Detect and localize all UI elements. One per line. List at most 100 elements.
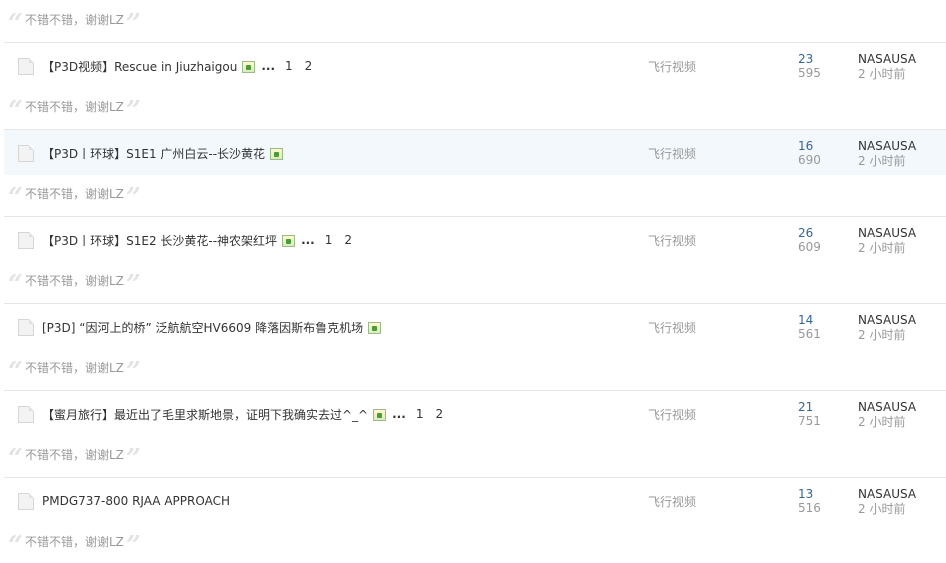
last-post-author[interactable]: NASAUSA [858, 487, 916, 502]
thread-title-area: 【蜜月旅行】最近出了毛里求斯地景，证明下我确实去过^_^ ... 1 2 [42, 405, 443, 423]
reply-quote: “ 不错不错，谢谢LZ ” [8, 443, 308, 472]
open-quote-icon: “ [8, 357, 23, 387]
open-quote-icon: “ [8, 531, 23, 561]
thread-row: [P3D] “因河上的桥” 泛航航空HV6609 降落因斯布鲁克机场 飞行视频 … [4, 303, 946, 349]
thread-row: 【P3D丨环球】S1E2 长沙黄花--神农架红坪 ... 1 2 飞行视频 26… [4, 216, 946, 262]
page-link-2[interactable]: 2 [344, 233, 352, 247]
close-quote-icon: ” [125, 183, 141, 213]
forum-link[interactable]: 飞行视频 [648, 58, 696, 75]
thread-title-area: 【P3D丨环球】S1E2 长沙黄花--神农架红坪 ... 1 2 [42, 231, 352, 249]
quote-text: 不错不错，谢谢LZ [24, 13, 124, 27]
thread-stats: 26 609 [798, 226, 821, 254]
last-post-time[interactable]: 2 小时前 [858, 241, 916, 256]
reply-count[interactable]: 16 [798, 139, 821, 153]
last-post-author[interactable]: NASAUSA [858, 226, 916, 241]
last-post: NASAUSA 2 小时前 [858, 400, 916, 430]
view-count: 595 [798, 66, 821, 80]
quote-text: 不错不错，谢谢LZ [24, 187, 124, 201]
image-attachment-icon [282, 235, 296, 247]
page-link-1[interactable]: 1 [416, 407, 424, 421]
thread-doc-icon [18, 232, 34, 249]
close-quote-icon: ” [125, 444, 141, 474]
page-link-1[interactable]: 1 [285, 59, 293, 73]
forum-link[interactable]: 飞行视频 [648, 493, 696, 510]
thread-title-link[interactable]: 【蜜月旅行】最近出了毛里求斯地景，证明下我确实去过^_^ [42, 406, 368, 423]
last-post-author[interactable]: NASAUSA [858, 313, 916, 328]
reply-count[interactable]: 26 [798, 226, 821, 240]
pagination-ellipsis: ... [392, 407, 406, 421]
thread-title-link[interactable]: 【P3D丨环球】S1E2 长沙黄花--神农架红坪 [42, 232, 277, 249]
reply-quote: “ 不错不错，谢谢LZ ” [8, 182, 308, 211]
quote-text: 不错不错，谢谢LZ [24, 274, 124, 288]
last-post: NASAUSA 2 小时前 [858, 139, 916, 169]
reply-quote: “ 不错不错，谢谢LZ ” [8, 8, 308, 37]
last-post-author[interactable]: NASAUSA [858, 400, 916, 415]
close-quote-icon: ” [125, 9, 141, 39]
forum-link[interactable]: 飞行视频 [648, 232, 696, 249]
close-quote-icon: ” [125, 531, 141, 561]
last-post: NASAUSA 2 小时前 [858, 487, 916, 517]
thread-doc-icon [18, 58, 34, 75]
forum-link[interactable]: 飞行视频 [648, 319, 696, 336]
image-attachment-icon [368, 322, 382, 334]
thread-title-link[interactable]: 【P3D视频】Rescue in Jiuzhaigou [42, 58, 237, 75]
open-quote-icon: “ [8, 9, 23, 39]
view-count: 516 [798, 501, 821, 515]
thread-title-link[interactable]: PMDG737-800 RJAA APPROACH [42, 494, 230, 508]
thread-title-link[interactable]: 【P3D丨环球】S1E1 广州白云--长沙黄花 [42, 145, 265, 162]
thread-row-highlighted: 【P3D丨环球】S1E1 广州白云--长沙黄花 飞行视频 16 690 NASA… [4, 129, 946, 175]
pagination-ellipsis: ... [261, 59, 276, 73]
thread-doc-icon [18, 319, 34, 336]
thread-doc-icon [18, 493, 34, 510]
last-post-time[interactable]: 2 小时前 [858, 502, 916, 517]
thread-title-link[interactable]: [P3D] “因河上的桥” 泛航航空HV6609 降落因斯布鲁克机场 [42, 319, 363, 336]
last-post: NASAUSA 2 小时前 [858, 52, 916, 82]
thread-title-area: 【P3D丨环球】S1E1 广州白云--长沙黄花 [42, 144, 284, 162]
view-count: 690 [798, 153, 821, 167]
reply-count[interactable]: 21 [798, 400, 821, 414]
last-post: NASAUSA 2 小时前 [858, 313, 916, 343]
reply-quote: “ 不错不错，谢谢LZ ” [8, 95, 308, 124]
open-quote-icon: “ [8, 183, 23, 213]
page-link-2[interactable]: 2 [305, 59, 313, 73]
last-post-time[interactable]: 2 小时前 [858, 154, 916, 169]
reply-quote: “ 不错不错，谢谢LZ ” [8, 269, 308, 298]
thread-row: PMDG737-800 RJAA APPROACH 飞行视频 13 516 NA… [4, 477, 946, 523]
forum-link[interactable]: 飞行视频 [648, 406, 696, 423]
image-attachment-icon [373, 409, 387, 421]
last-post-time[interactable]: 2 小时前 [858, 328, 916, 343]
last-post-author[interactable]: NASAUSA [858, 139, 916, 154]
view-count: 751 [798, 414, 821, 428]
open-quote-icon: “ [8, 444, 23, 474]
page-link-1[interactable]: 1 [325, 233, 333, 247]
thread-title-area: [P3D] “因河上的桥” 泛航航空HV6609 降落因斯布鲁克机场 [42, 318, 382, 336]
last-post-time[interactable]: 2 小时前 [858, 67, 916, 82]
thread-stats: 13 516 [798, 487, 821, 515]
reply-count[interactable]: 23 [798, 52, 821, 66]
last-post: NASAUSA 2 小时前 [858, 226, 916, 256]
thread-stats: 14 561 [798, 313, 821, 341]
quote-text: 不错不错，谢谢LZ [24, 361, 124, 375]
page-link-2[interactable]: 2 [435, 407, 443, 421]
thread-row: 【P3D视频】Rescue in Jiuzhaigou ... 1 2 飞行视频… [4, 42, 946, 88]
thread-doc-icon [18, 145, 34, 162]
open-quote-icon: “ [8, 96, 23, 126]
thread-stats: 21 751 [798, 400, 821, 428]
quote-text: 不错不错，谢谢LZ [24, 448, 124, 462]
thread-title-area: PMDG737-800 RJAA APPROACH [42, 492, 230, 510]
thread-stats: 16 690 [798, 139, 821, 167]
last-post-time[interactable]: 2 小时前 [858, 415, 916, 430]
thread-doc-icon [18, 406, 34, 423]
pagination-ellipsis: ... [301, 233, 315, 247]
open-quote-icon: “ [8, 270, 23, 300]
reply-count[interactable]: 14 [798, 313, 821, 327]
thread-stats: 23 595 [798, 52, 821, 80]
reply-quote: “ 不错不错，谢谢LZ ” [8, 530, 308, 559]
quote-text: 不错不错，谢谢LZ [24, 100, 124, 114]
view-count: 561 [798, 327, 821, 341]
forum-link[interactable]: 飞行视频 [648, 145, 696, 162]
reply-count[interactable]: 13 [798, 487, 821, 501]
last-post-author[interactable]: NASAUSA [858, 52, 916, 67]
image-attachment-icon [270, 148, 284, 160]
close-quote-icon: ” [125, 357, 141, 387]
